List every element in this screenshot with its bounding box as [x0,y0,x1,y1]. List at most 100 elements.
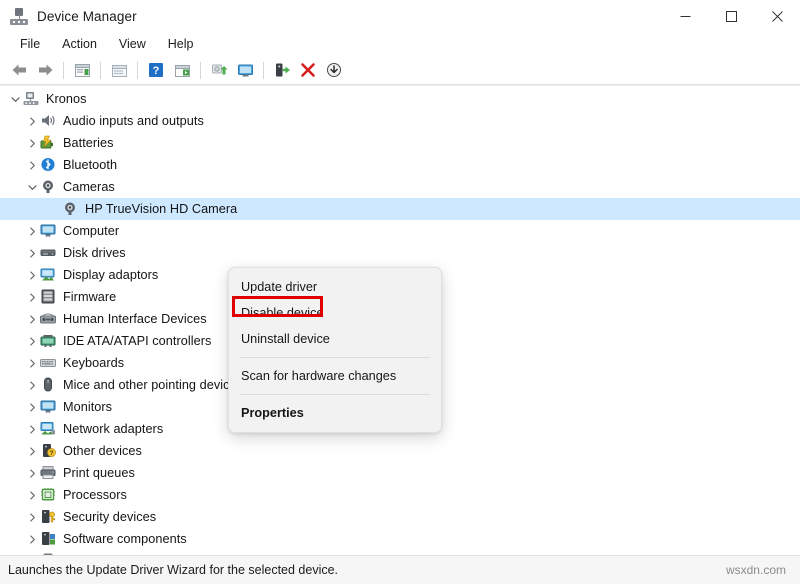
tree-item[interactable]: Software components [0,528,800,550]
tree-item-label: Audio inputs and outputs [63,114,204,128]
chevron-right-icon[interactable] [25,139,39,148]
network-adapter-icon [40,421,57,437]
tree-item-label: Human Interface Devices [63,312,207,326]
device-manager-icon [10,8,28,26]
tree-item[interactable]: ?Other devices [0,440,800,462]
chevron-right-icon[interactable] [25,491,39,500]
tree-item[interactable]: Cameras [0,176,800,198]
tree-item[interactable]: Bluetooth [0,154,800,176]
chevron-right-icon[interactable] [25,227,39,236]
chevron-right-icon[interactable] [25,535,39,544]
tree-item[interactable]: Processors [0,484,800,506]
context-menu: Update driverDisable deviceUninstall dev… [228,267,442,433]
menu-action[interactable]: Action [51,35,108,54]
chevron-right-icon[interactable] [25,513,39,522]
titlebar: Device Manager [0,0,800,33]
show-hidden-devices-icon[interactable] [169,58,195,82]
tree-item-label: Network adapters [63,422,163,436]
scan-hardware-changes-icon[interactable] [206,58,232,82]
mouse-icon [40,377,57,393]
tree-item-label: Security devices [63,510,156,524]
processor-icon [40,487,57,503]
chevron-right-icon[interactable] [25,117,39,126]
menu-help[interactable]: Help [157,35,205,54]
tree-item-label: HP TrueVision HD Camera [85,202,237,216]
context-menu-item[interactable]: Disable device [229,300,441,326]
tree-item[interactable]: Batteries [0,132,800,154]
hid-icon [40,311,57,327]
minimize-icon[interactable] [662,0,708,33]
menu-view[interactable]: View [108,35,157,54]
chevron-right-icon[interactable] [25,381,39,390]
toolbar-separator [263,62,264,79]
chevron-right-icon[interactable] [25,469,39,478]
forward-icon[interactable] [32,58,58,82]
tree-item-label: Bluetooth [63,158,117,172]
tree-item-label: Kronos [46,92,87,106]
other-device-icon: ? [40,443,57,459]
context-menu-item[interactable]: Scan for hardware changes [229,363,441,389]
toolbar: ? [0,56,800,85]
tree-item-label: Print queues [63,466,135,480]
help-icon[interactable]: ? [143,58,169,82]
tree-item[interactable]: Audio inputs and outputs [0,110,800,132]
tree-item[interactable]: Computer [0,220,800,242]
chevron-down-icon[interactable] [25,183,39,192]
display-adapter-icon [40,267,57,283]
tree-item-label: Processors [63,488,127,502]
uninstall-device-icon[interactable] [295,58,321,82]
close-icon[interactable] [754,0,800,33]
context-menu-separator [240,394,430,395]
maximize-icon[interactable] [708,0,754,33]
tree-item-label: Keyboards [63,356,124,370]
device-manager-window: Device Manager File Action View Help [0,0,800,584]
chevron-right-icon[interactable] [25,359,39,368]
chevron-right-icon[interactable] [25,447,39,456]
device-tree-area: Kronos Audio inputs and outputs Batteries B… [0,85,800,555]
svg-text:?: ? [50,450,54,457]
enable-device-icon[interactable] [269,58,295,82]
toolbar-separator [63,62,64,79]
battery-icon [40,135,57,151]
ide-controller-icon [40,333,57,349]
tree-item[interactable]: Kronos [0,88,800,110]
chevron-right-icon[interactable] [25,425,39,434]
statusbar: Launches the Update Driver Wizard for th… [0,555,800,584]
chevron-right-icon[interactable] [25,161,39,170]
update-driver-icon[interactable] [106,58,132,82]
properties-icon[interactable] [69,58,95,82]
disable-device-icon[interactable] [321,58,347,82]
watermark: wsxdn.com [726,563,786,577]
bluetooth-icon [40,157,57,173]
camera-icon [40,179,57,195]
menubar: File Action View Help [0,33,800,56]
window-title: Device Manager [37,9,137,24]
context-menu-item[interactable]: Properties [229,400,441,426]
chevron-down-icon[interactable] [8,95,22,104]
tree-item[interactable]: Print queues [0,462,800,484]
context-menu-item[interactable]: Uninstall device [229,326,441,352]
context-menu-item[interactable]: Update driver [229,274,441,300]
chevron-right-icon[interactable] [25,337,39,346]
camera-icon [62,201,79,217]
chevron-right-icon[interactable] [25,249,39,258]
tree-item-label: IDE ATA/ATAPI controllers [63,334,211,348]
tree-item[interactable]: Disk drives [0,242,800,264]
chevron-right-icon[interactable] [25,403,39,412]
svg-text:?: ? [153,65,160,77]
tree-item[interactable]: HP TrueVision HD Camera [0,198,800,220]
computer-icon[interactable] [232,58,258,82]
tree-item-label: Computer [63,224,119,238]
back-icon[interactable] [6,58,32,82]
firmware-icon [40,289,57,305]
monitor-icon [40,223,57,239]
chevron-right-icon[interactable] [25,293,39,302]
software-component-icon [40,531,57,547]
chevron-right-icon[interactable] [25,315,39,324]
menu-file[interactable]: File [9,35,51,54]
chevron-right-icon[interactable] [25,271,39,280]
tree-item-label: Firmware [63,290,116,304]
tree-item[interactable]: Security devices [0,506,800,528]
security-device-icon [40,509,57,525]
computer-root-icon [23,91,40,107]
